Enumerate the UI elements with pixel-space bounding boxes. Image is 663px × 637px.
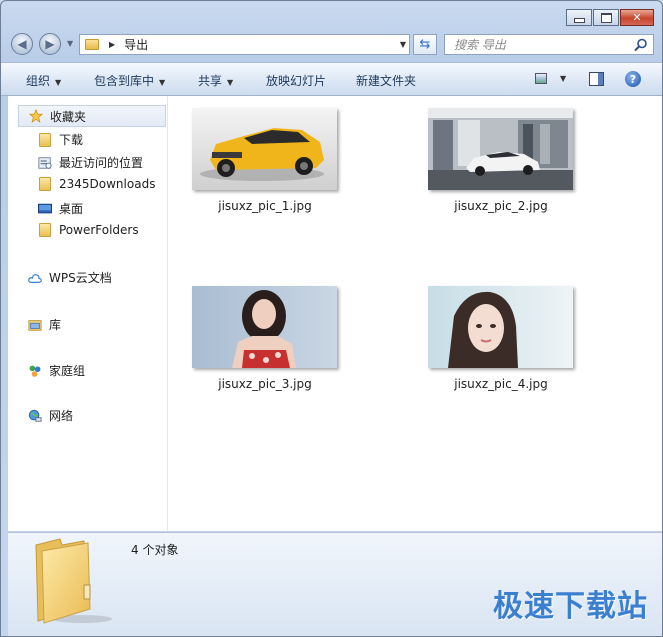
address-dropdown-icon[interactable]: ▼ bbox=[400, 40, 406, 49]
new-folder-button[interactable]: 新建文件夹 bbox=[356, 72, 416, 89]
file-name[interactable]: jisuxz_pic_2.jpg bbox=[411, 199, 591, 213]
file-name[interactable]: jisuxz_pic_1.jpg bbox=[175, 199, 355, 213]
organize-dropdown-icon: ▼ bbox=[55, 78, 62, 87]
minimize-icon bbox=[573, 17, 585, 23]
homegroup-icon bbox=[29, 365, 41, 377]
organize-label: 组织 bbox=[26, 74, 51, 88]
include-in-library-label: 包含到库中 bbox=[94, 74, 155, 88]
back-arrow-icon: ◀ bbox=[17, 37, 27, 51]
share-dropdown-icon: ▼ bbox=[227, 78, 234, 87]
details-pane: 4 个对象 极速下载站 bbox=[8, 532, 662, 636]
forward-arrow-icon: ▶ bbox=[45, 37, 55, 51]
desktop-icon bbox=[38, 203, 52, 213]
forward-button[interactable]: ▶ bbox=[39, 33, 61, 55]
nav-label: 桌面 bbox=[59, 202, 84, 216]
nav-label: 2345Downloads bbox=[59, 177, 156, 191]
nav-label: PowerFolders bbox=[59, 223, 139, 237]
nav-label: 库 bbox=[49, 318, 62, 332]
minimize-button[interactable] bbox=[566, 9, 592, 26]
include-in-library-dropdown-icon: ▼ bbox=[159, 78, 166, 87]
nav-item-network[interactable]: 网络 bbox=[27, 407, 73, 424]
breadcrumb-current[interactable]: 导出 bbox=[124, 36, 148, 53]
folder-icon bbox=[39, 223, 51, 237]
caption-buttons: ✕ bbox=[566, 9, 654, 26]
view-options-dropdown-icon[interactable]: ▼ bbox=[560, 74, 566, 83]
close-button[interactable]: ✕ bbox=[620, 9, 654, 26]
image-thumbnail[interactable] bbox=[192, 286, 337, 368]
image-thumbnail[interactable] bbox=[428, 286, 573, 368]
nav-item-downloads[interactable]: 下载 bbox=[37, 131, 83, 148]
nav-item-recent-places[interactable]: 最近访问的位置 bbox=[37, 154, 143, 171]
nav-item-2345downloads[interactable]: 2345Downloads bbox=[37, 177, 155, 191]
nav-item-desktop[interactable]: 桌面 bbox=[37, 200, 83, 217]
nav-item-powerfolders[interactable]: PowerFolders bbox=[37, 223, 139, 237]
navigation-pane: 收藏夹 下载 最近访问的位置 2345Downloads 桌面 PowerFol… bbox=[8, 96, 168, 531]
refresh-icon: ⇆ bbox=[419, 37, 431, 52]
nav-label: 收藏夹 bbox=[50, 109, 87, 124]
recent-places-icon bbox=[38, 156, 52, 169]
file-list: jisuxz_pic_1.jpg jisuxz_pic_2.jpg jisuxz… bbox=[168, 96, 662, 531]
recent-pages-dropdown[interactable]: ▼ bbox=[67, 39, 73, 48]
item-count: 4 个对象 bbox=[131, 543, 179, 557]
nav-label: 家庭组 bbox=[49, 364, 86, 378]
star-icon bbox=[28, 109, 44, 123]
slideshow-button[interactable]: 放映幻灯片 bbox=[266, 72, 326, 89]
file-name[interactable]: jisuxz_pic_4.jpg bbox=[411, 377, 591, 391]
organize-menu[interactable]: 组织 ▼ bbox=[26, 72, 61, 89]
nav-item-homegroup[interactable]: 家庭组 bbox=[27, 362, 85, 379]
watermark-logo: 极速下载站 bbox=[493, 589, 648, 624]
search-input[interactable]: 搜索 导出 bbox=[454, 36, 506, 53]
large-folder-icon bbox=[35, 538, 112, 624]
close-icon: ✕ bbox=[632, 11, 642, 24]
network-icon bbox=[28, 409, 42, 422]
address-bar[interactable]: ▶ 导出 ▼ bbox=[79, 34, 410, 55]
search-icon[interactable] bbox=[634, 38, 648, 52]
file-name[interactable]: jisuxz_pic_3.jpg bbox=[175, 377, 355, 391]
nav-item-wps-cloud[interactable]: WPS云文档 bbox=[27, 269, 112, 286]
explorer-window: ✕ ◀ ▶ ▼ ▶ 导出 ▼ ⇆ 搜索 导出 组织 ▼ 包含到库中 ▼ 共享 ▼ 放映… bbox=[0, 0, 663, 637]
nav-label: WPS云文档 bbox=[49, 271, 112, 285]
nav-label: 最近访问的位置 bbox=[59, 156, 144, 170]
help-icon[interactable]: ? bbox=[625, 71, 641, 87]
downloads-folder-icon bbox=[39, 132, 51, 147]
nav-item-libraries[interactable]: 库 bbox=[27, 316, 61, 333]
change-view-icon[interactable] bbox=[535, 73, 547, 84]
preview-pane-icon[interactable] bbox=[589, 72, 604, 86]
folder-icon bbox=[39, 177, 51, 191]
image-thumbnail[interactable] bbox=[192, 108, 337, 190]
nav-label: 网络 bbox=[49, 409, 74, 423]
nav-item-favorites[interactable]: 收藏夹 bbox=[18, 105, 166, 127]
back-button[interactable]: ◀ bbox=[11, 33, 33, 55]
cloud-icon bbox=[28, 273, 42, 283]
nav-label: 下载 bbox=[59, 133, 84, 147]
maximize-button[interactable] bbox=[593, 9, 619, 26]
share-menu[interactable]: 共享 ▼ bbox=[198, 72, 233, 89]
breadcrumb-chevron-icon[interactable]: ▶ bbox=[109, 40, 115, 49]
include-in-library-menu[interactable]: 包含到库中 ▼ bbox=[94, 72, 165, 89]
maximize-icon bbox=[600, 12, 612, 23]
search-box[interactable]: 搜索 导出 bbox=[444, 34, 654, 55]
share-label: 共享 bbox=[198, 74, 223, 88]
image-thumbnail[interactable] bbox=[428, 108, 573, 190]
command-bar: 组织 ▼ 包含到库中 ▼ 共享 ▼ 放映幻灯片 新建文件夹 ▼ ? bbox=[1, 62, 662, 96]
refresh-button[interactable]: ⇆ bbox=[413, 34, 437, 55]
library-icon bbox=[28, 319, 42, 331]
folder-icon bbox=[85, 39, 99, 50]
